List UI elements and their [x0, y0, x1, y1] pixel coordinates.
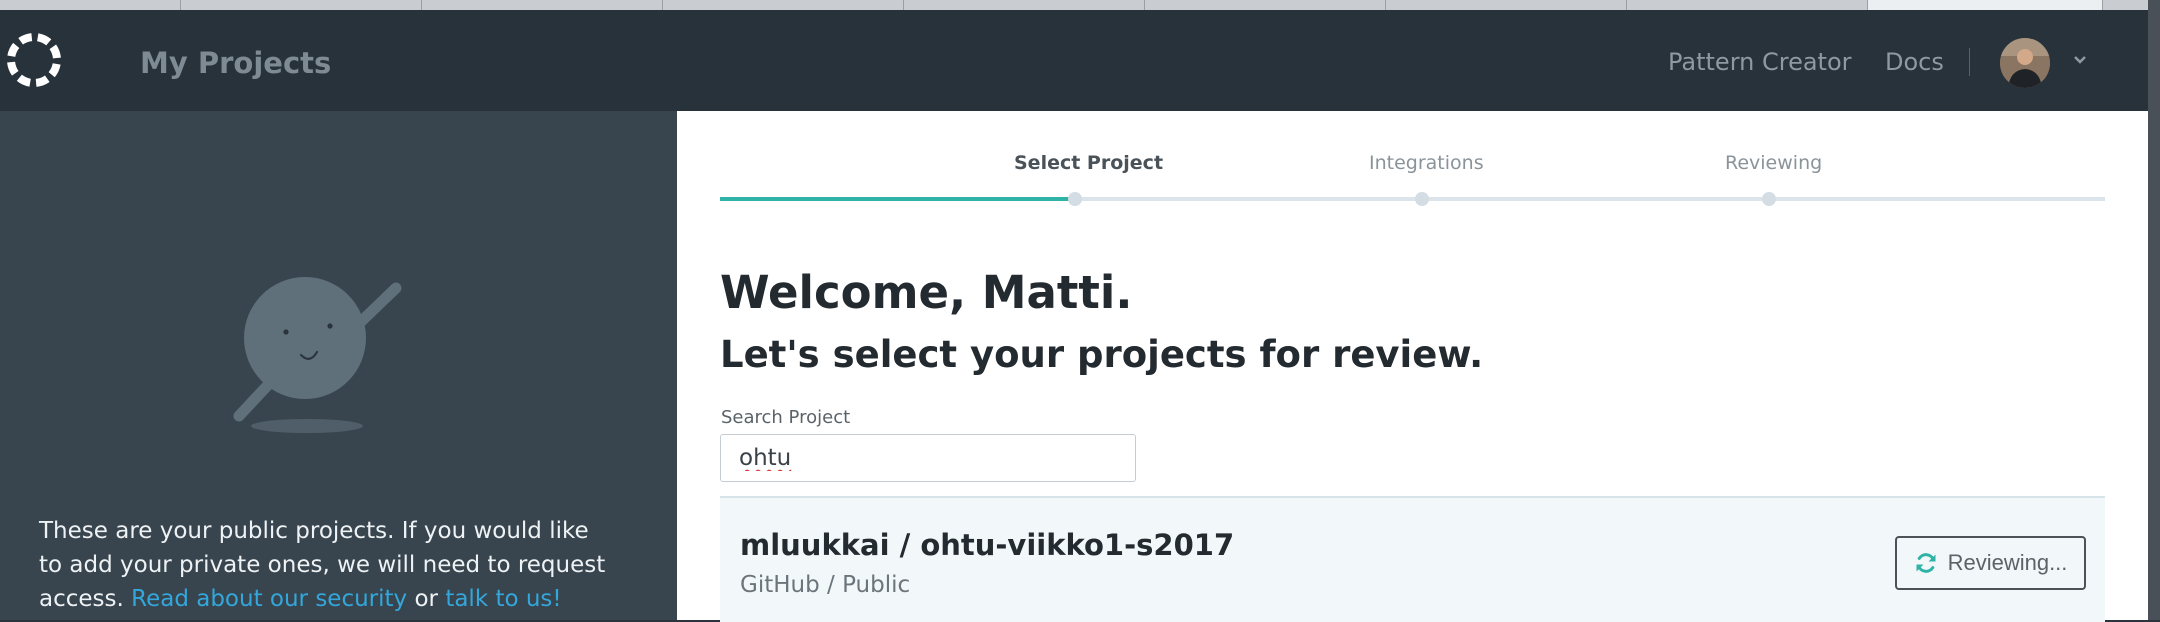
step-reviewing: Reviewing — [1725, 152, 1823, 174]
project-source-visibility: GitHub / Public — [740, 572, 911, 598]
user-avatar[interactable] — [2000, 38, 2050, 88]
browser-tab[interactable] — [663, 0, 904, 10]
step-integrations: Integrations — [1369, 152, 1484, 174]
browser-tab[interactable] — [181, 0, 422, 10]
browser-tab[interactable] — [1145, 0, 1386, 10]
search-project-input[interactable] — [720, 434, 1136, 482]
security-info-link[interactable]: Read about our security — [131, 586, 407, 612]
nav-docs-link[interactable]: Docs — [1885, 48, 1944, 76]
loading-ring-icon[interactable] — [4, 30, 64, 90]
step-progress-fill — [720, 197, 1074, 201]
step-progress-track — [720, 192, 2105, 206]
step-marker — [1762, 192, 1776, 206]
step-marker — [1068, 192, 1082, 206]
nav-divider — [1969, 48, 1970, 76]
select-projects-heading: Let's select your projects for review. — [720, 333, 1484, 376]
project-name[interactable]: mluukkai / ohtu-viikko1-s2017 — [740, 528, 1234, 562]
chevron-down-icon[interactable] — [2070, 50, 2090, 70]
browser-tab[interactable] — [904, 0, 1145, 10]
reviewing-status-label: Reviewing... — [1947, 550, 2068, 575]
sync-icon — [1916, 553, 1936, 573]
sidebar: These are your public projects. If you w… — [0, 111, 677, 620]
step-marker — [1415, 192, 1429, 206]
reviewing-status-button[interactable]: Reviewing... — [1895, 536, 2086, 590]
notice-conjunction: or — [414, 586, 438, 612]
window-edge — [2148, 0, 2160, 620]
search-project-label: Search Project — [721, 407, 851, 428]
nav-pattern-creator-link[interactable]: Pattern Creator — [1668, 48, 1852, 76]
step-select-project: Select Project — [1014, 152, 1164, 174]
browser-tab-active[interactable] — [1868, 0, 2103, 10]
avatar-photo — [2000, 38, 2050, 88]
public-projects-notice: These are your public projects. If you w… — [39, 514, 609, 616]
top-navigation-bar: My Projects Pattern Creator Docs — [0, 10, 2148, 111]
app-title[interactable]: My Projects — [140, 46, 331, 80]
browser-tab[interactable] — [0, 0, 181, 10]
welcome-heading: Welcome, Matti. — [720, 266, 1133, 319]
contact-link[interactable]: talk to us! — [445, 586, 561, 612]
waving-mascot-icon — [233, 277, 402, 433]
project-list-item[interactable]: mluukkai / ohtu-viikko1-s2017 GitHub / P… — [720, 496, 2105, 622]
browser-tab[interactable] — [1386, 0, 1627, 10]
browser-tab[interactable] — [422, 0, 663, 10]
main-panel: Select Project Integrations Reviewing We… — [677, 111, 2148, 622]
browser-tab[interactable] — [1627, 0, 1868, 10]
